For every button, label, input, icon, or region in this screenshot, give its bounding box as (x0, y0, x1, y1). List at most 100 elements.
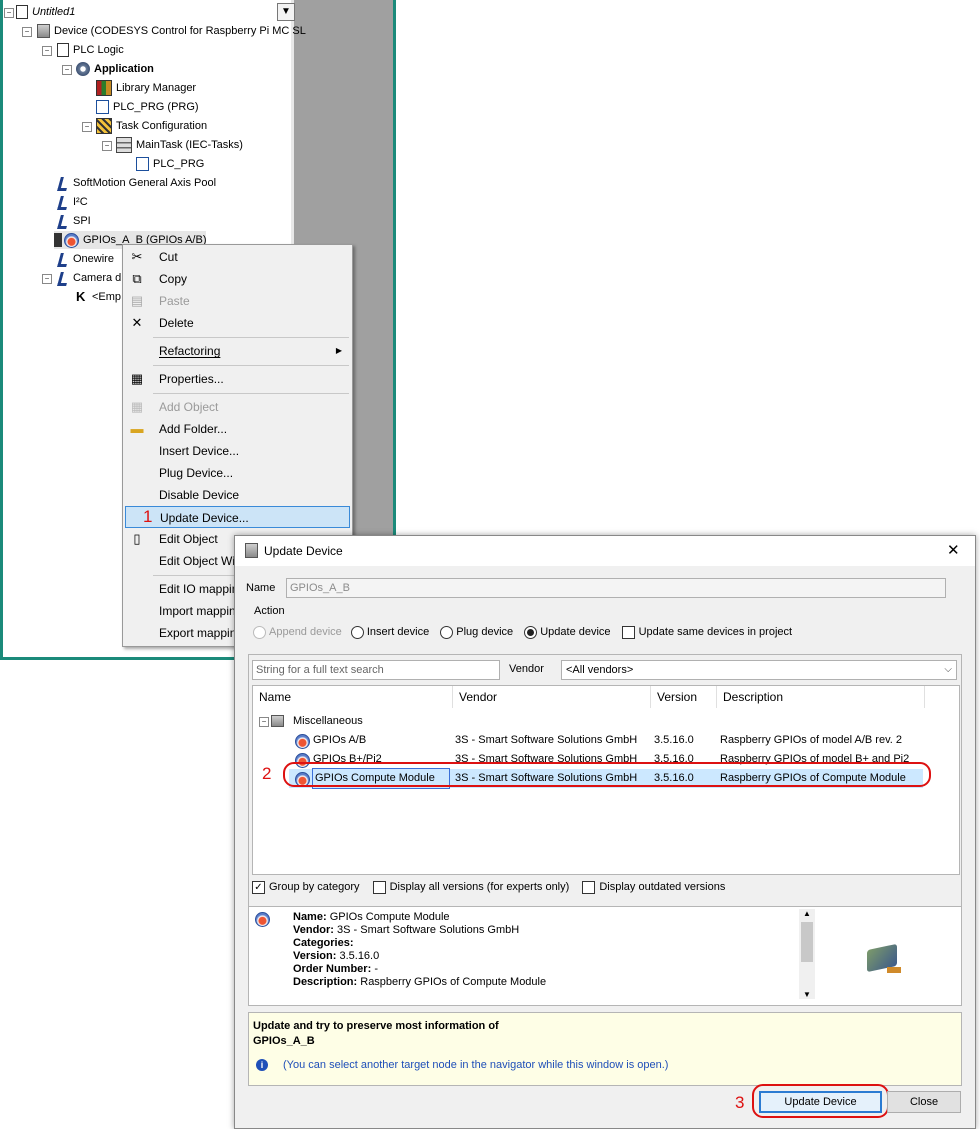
menu-item-copy[interactable]: ⧉ Copy (125, 268, 350, 290)
device-row[interactable]: GPIOs A/B 3S - Smart Software Solutions … (253, 731, 960, 750)
tree-item-label: Application (94, 63, 154, 76)
name-field[interactable]: GPIOs_A_B (286, 578, 946, 598)
collapse-icon[interactable]: − (102, 141, 112, 151)
menu-separator (153, 365, 349, 366)
collapse-icon[interactable]: − (259, 717, 269, 727)
scissors-icon: ✂ (131, 249, 143, 264)
menu-item-insert-device[interactable]: Insert Device... (125, 440, 350, 462)
radio-plug-device[interactable]: Plug device (440, 626, 513, 639)
dialog-title-bar: Update Device ✕ (235, 536, 975, 566)
tree-item-spi[interactable]: SPI (57, 212, 91, 230)
device-icon (245, 543, 258, 558)
column-header-vendor[interactable]: Vendor (453, 686, 651, 708)
empty-slot-icon: K (76, 289, 86, 305)
edit-object-icon: ▯ (133, 531, 141, 546)
checkbox-display-outdated[interactable]: Display outdated versions (582, 881, 725, 894)
menu-item-refactoring[interactable]: Refactoring ▶ (125, 340, 350, 362)
program-icon (96, 100, 109, 115)
camera-icon (57, 271, 69, 285)
properties-icon: ▦ (130, 371, 144, 386)
tree-item-label: SPI (73, 215, 91, 228)
callout-number-1: 1 (143, 507, 153, 526)
menu-item-delete[interactable]: ✕ Delete (125, 312, 350, 334)
close-button[interactable]: Close (887, 1091, 961, 1113)
checkbox-update-same-devices[interactable]: Update same devices in project (621, 626, 792, 639)
menu-item-plug-device[interactable]: Plug Device... (125, 462, 350, 484)
grid-options: ✓ Group by category Display all versions … (252, 881, 725, 894)
collapse-icon[interactable]: − (4, 8, 14, 18)
submenu-arrow-icon: ▶ (335, 346, 342, 355)
update-device-button[interactable]: Update Device (759, 1091, 882, 1113)
collapse-icon[interactable]: − (22, 27, 32, 37)
dropdown-arrow-button[interactable]: ▼ (277, 3, 295, 21)
paste-icon: ▤ (130, 293, 144, 308)
radio-append-device[interactable]: Append device (253, 626, 342, 639)
chevron-down-icon: ⌵ (944, 664, 952, 675)
menu-item-cut[interactable]: ✂ Cut (125, 246, 350, 268)
tree-item-label: SoftMotion General Axis Pool (73, 177, 217, 190)
info-scrollbar[interactable]: ▲ ▼ (799, 909, 815, 999)
tree-item-label: PLC_PRG (PRG) (113, 101, 199, 114)
menu-item-properties[interactable]: ▦ Properties... (125, 368, 350, 390)
vendor-select[interactable]: <All vendors> ⌵ (561, 660, 957, 680)
menu-separator (153, 393, 349, 394)
tree-item-i2c[interactable]: I²C (57, 193, 88, 211)
radio-update-device[interactable]: Update device (524, 626, 611, 639)
menu-item-add-folder[interactable]: ▬ Add Folder... (125, 418, 350, 440)
column-header-version[interactable]: Version (651, 686, 717, 708)
tree-item-label: Library Manager (116, 82, 197, 95)
scrollbar-thumb[interactable] (801, 922, 813, 962)
collapse-icon[interactable]: − (42, 274, 52, 284)
device-image (825, 909, 945, 1001)
tree-item-label: MainTask (IEC-Tasks) (136, 139, 243, 152)
collapse-icon[interactable]: − (62, 65, 72, 75)
tree-item-library-manager[interactable]: Library Manager (96, 79, 196, 97)
tree-item-application[interactable]: Application (76, 60, 154, 78)
menu-item-update-device[interactable]: Update Device... (125, 506, 350, 528)
program-call-icon (136, 157, 149, 172)
column-header-description[interactable]: Description (717, 686, 925, 708)
tree-item-label: PLC Logic (73, 44, 124, 57)
dialog-title: Update Device (264, 544, 343, 558)
info-icon: i (256, 1059, 268, 1071)
tree-item-device[interactable]: Device (CODESYS Control for Raspberry Pi… (37, 22, 306, 40)
tree-item-onewire[interactable]: Onewire (57, 250, 114, 268)
tree-item-plc-prg[interactable]: PLC_PRG (PRG) (96, 98, 199, 116)
gpio-icon (255, 912, 270, 927)
action-radio-group: Append device Insert device Plug device … (253, 626, 792, 639)
radio-insert-device[interactable]: Insert device (350, 626, 429, 639)
menu-item-paste[interactable]: ▤ Paste (125, 290, 350, 312)
gpio-icon (295, 734, 310, 749)
menu-item-add-object[interactable]: ▦ Add Object (125, 396, 350, 418)
close-icon[interactable]: ✕ (947, 541, 960, 559)
tree-item-plc-logic[interactable]: PLC Logic (57, 41, 124, 59)
i2c-icon (57, 195, 69, 209)
category-icon (271, 715, 284, 727)
tree-item-task-configuration[interactable]: Task Configuration (96, 117, 207, 135)
tree-item-maintask[interactable]: MainTask (IEC-Tasks) (116, 136, 243, 154)
update-hint-panel: Update and try to preserve most informat… (248, 1012, 962, 1086)
selection-highlight-ring (283, 762, 931, 787)
checkbox-display-all-versions[interactable]: Display all versions (for experts only) (372, 881, 569, 894)
collapse-icon[interactable]: − (82, 122, 92, 132)
tree-item-camera[interactable]: Camera d (57, 269, 121, 287)
scroll-down-icon[interactable]: ▼ (799, 990, 815, 999)
tree-item-label: Camera d (73, 272, 122, 285)
device-info-panel: Name: GPIOs Compute Module Vendor: 3S - … (248, 906, 962, 1006)
tree-item-empty-slot[interactable]: K <Emp (76, 288, 121, 306)
tree-item-project[interactable]: Untitled1 (16, 3, 75, 21)
hint-title: Update and try to preserve most informat… (253, 1020, 499, 1047)
menu-separator (153, 337, 349, 338)
search-input[interactable]: String for a full text search (252, 660, 500, 680)
checkbox-group-by-category[interactable]: ✓ Group by category (252, 881, 360, 894)
vendor-label: Vendor (509, 663, 544, 675)
tree-item-label: Device (CODESYS Control for Raspberry Pi… (54, 25, 306, 38)
collapse-icon[interactable]: − (42, 46, 52, 56)
column-header-name[interactable]: Name (253, 686, 453, 708)
menu-item-disable-device[interactable]: Disable Device (125, 484, 350, 506)
name-label: Name (246, 582, 276, 594)
tree-item-plc-prg-call[interactable]: PLC_PRG (136, 155, 204, 173)
category-row-miscellaneous[interactable]: − Miscellaneous (253, 712, 960, 731)
scroll-up-icon[interactable]: ▲ (799, 909, 815, 918)
tree-item-softmotion-axis-pool[interactable]: SoftMotion General Axis Pool (57, 174, 216, 192)
